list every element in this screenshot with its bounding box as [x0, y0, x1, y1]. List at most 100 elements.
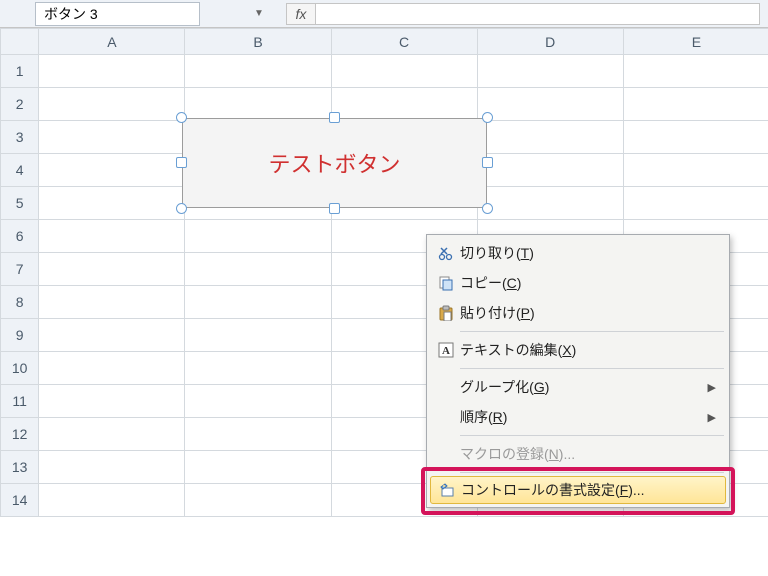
textedit-icon: A [432, 342, 460, 358]
cell-A12[interactable] [39, 418, 185, 451]
cell-B1[interactable] [185, 55, 331, 88]
menu-label-macro: マクロの登録(N)... [460, 444, 720, 464]
name-box-dropdown[interactable]: ▼ [250, 8, 268, 19]
cell-A11[interactable] [39, 385, 185, 418]
cell-B8[interactable] [185, 286, 331, 319]
cell-E1[interactable] [623, 55, 768, 88]
button-shape-selection[interactable]: テストボタン [182, 118, 487, 208]
row-header-10[interactable]: 10 [1, 352, 39, 385]
row-header-5[interactable]: 5 [1, 187, 39, 220]
menu-item-cut[interactable]: 切り取り(T) [430, 238, 726, 268]
col-header-B[interactable]: B [185, 29, 331, 55]
row-header-13[interactable]: 13 [1, 451, 39, 484]
name-box-value: ボタン 3 [44, 4, 98, 24]
menu-item-macro: マクロの登録(N)... [430, 439, 726, 469]
cell-A5[interactable] [39, 187, 185, 220]
formula-input[interactable] [316, 3, 760, 25]
cell-A8[interactable] [39, 286, 185, 319]
cell-B13[interactable] [185, 451, 331, 484]
row-header-4[interactable]: 4 [1, 154, 39, 187]
menu-item-order[interactable]: 順序(R)▶ [430, 402, 726, 432]
row-header-9[interactable]: 9 [1, 319, 39, 352]
resize-handle-br[interactable] [482, 203, 493, 214]
cell-D4[interactable] [477, 154, 623, 187]
cell-A3[interactable] [39, 121, 185, 154]
resize-handle-tl[interactable] [176, 112, 187, 123]
cell-A14[interactable] [39, 484, 185, 517]
resize-handle-r[interactable] [482, 157, 493, 168]
name-box[interactable]: ボタン 3 [35, 2, 200, 26]
resize-handle-tr[interactable] [482, 112, 493, 123]
resize-handle-t[interactable] [329, 112, 340, 123]
cell-B11[interactable] [185, 385, 331, 418]
cell-A4[interactable] [39, 154, 185, 187]
menu-label-cut: 切り取り(T) [460, 243, 720, 263]
row-header-3[interactable]: 3 [1, 121, 39, 154]
row-header-11[interactable]: 11 [1, 385, 39, 418]
cell-E2[interactable] [623, 88, 768, 121]
cell-D3[interactable] [477, 121, 623, 154]
cell-D2[interactable] [477, 88, 623, 121]
row-header-8[interactable]: 8 [1, 286, 39, 319]
col-header-D[interactable]: D [477, 29, 623, 55]
fx-label: fx [296, 6, 307, 22]
cell-C2[interactable] [331, 88, 477, 121]
fx-button[interactable]: fx [286, 3, 316, 25]
format-icon [439, 482, 455, 498]
menu-label-format: コントロールの書式設定(F)... [461, 480, 719, 500]
copy-icon [438, 275, 454, 291]
cell-A6[interactable] [39, 220, 185, 253]
select-all-corner[interactable] [1, 29, 39, 55]
col-header-A[interactable]: A [39, 29, 185, 55]
submenu-arrow-icon: ▶ [708, 411, 720, 424]
submenu-arrow-icon: ▶ [708, 381, 720, 394]
row-header-14[interactable]: 14 [1, 484, 39, 517]
button-shape-label: テストボタン [268, 147, 400, 179]
button-shape[interactable]: テストボタン [182, 118, 487, 208]
resize-handle-b[interactable] [329, 203, 340, 214]
cell-D1[interactable] [477, 55, 623, 88]
menu-item-copy[interactable]: コピー(C) [430, 268, 726, 298]
cell-A1[interactable] [39, 55, 185, 88]
menu-item-paste[interactable]: 貼り付け(P) [430, 298, 726, 328]
cell-A2[interactable] [39, 88, 185, 121]
menu-separator [460, 368, 724, 369]
copy-icon [432, 275, 460, 291]
row-header-6[interactable]: 6 [1, 220, 39, 253]
row-header-12[interactable]: 12 [1, 418, 39, 451]
cell-B6[interactable] [185, 220, 331, 253]
cell-E4[interactable] [623, 154, 768, 187]
resize-handle-l[interactable] [176, 157, 187, 168]
format-icon [433, 482, 461, 498]
cell-A13[interactable] [39, 451, 185, 484]
menu-label-edit: テキストの編集(X) [460, 340, 720, 360]
cell-B9[interactable] [185, 319, 331, 352]
menu-item-format[interactable]: コントロールの書式設定(F)... [430, 476, 726, 504]
row-header-1[interactable]: 1 [1, 55, 39, 88]
cell-E5[interactable] [623, 187, 768, 220]
menu-item-edit[interactable]: A テキストの編集(X) [430, 335, 726, 365]
cell-B14[interactable] [185, 484, 331, 517]
cell-A7[interactable] [39, 253, 185, 286]
cell-A9[interactable] [39, 319, 185, 352]
row-header-2[interactable]: 2 [1, 88, 39, 121]
cut-icon [432, 245, 460, 261]
menu-separator [460, 331, 724, 332]
resize-handle-bl[interactable] [176, 203, 187, 214]
cell-B7[interactable] [185, 253, 331, 286]
cell-B12[interactable] [185, 418, 331, 451]
cell-B10[interactable] [185, 352, 331, 385]
cell-E3[interactable] [623, 121, 768, 154]
cell-D5[interactable] [477, 187, 623, 220]
col-header-E[interactable]: E [623, 29, 768, 55]
worksheet[interactable]: ABCDE 1234567891011121314 テストボタン 切り取り(T)… [0, 28, 768, 576]
textedit-icon: A [438, 342, 454, 358]
row-header-7[interactable]: 7 [1, 253, 39, 286]
cell-A10[interactable] [39, 352, 185, 385]
cell-B2[interactable] [185, 88, 331, 121]
menu-label-paste: 貼り付け(P) [460, 303, 720, 323]
col-header-C[interactable]: C [331, 29, 477, 55]
menu-item-group[interactable]: グループ化(G)▶ [430, 372, 726, 402]
cell-C1[interactable] [331, 55, 477, 88]
menu-separator [460, 472, 724, 473]
